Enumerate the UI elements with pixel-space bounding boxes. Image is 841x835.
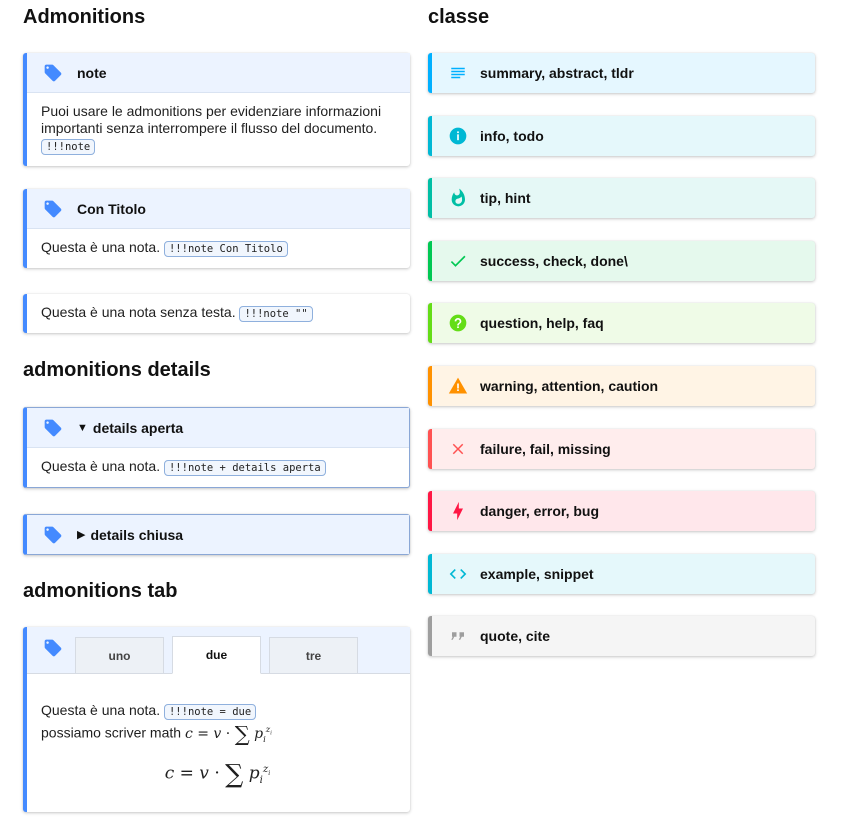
class-label: success, check, done\ xyxy=(480,252,628,269)
tab-body: Questa è una nota. !!!note = due possiam… xyxy=(27,674,410,800)
quote-icon xyxy=(448,626,468,646)
tab-uno[interactable]: uno xyxy=(75,637,164,673)
tag-icon xyxy=(43,418,63,438)
collapsed-caret-icon: ▶ xyxy=(77,529,86,541)
check-icon xyxy=(448,251,468,271)
lightning-icon xyxy=(448,501,468,521)
class-label: danger, error, bug xyxy=(480,503,600,520)
class-row-7: danger, error, bug xyxy=(428,491,815,532)
class-row-1: info, todo xyxy=(428,115,815,156)
details-open-text: Questa è una nota. xyxy=(41,458,161,474)
display-math: c = v · ∑ pizi xyxy=(164,759,271,790)
note-admonition: note Puoi usare le admonitions per evide… xyxy=(23,53,410,166)
class-label: question, help, faq xyxy=(480,315,604,332)
titled-body: Questa è una nota. !!!note Con Titolo xyxy=(27,229,410,268)
tab-title-bar: uno due tre xyxy=(27,627,410,674)
class-label: tip, hint xyxy=(480,190,531,207)
titled-title: Con Titolo xyxy=(77,200,146,217)
class-row-4: question, help, faq xyxy=(428,303,815,344)
heading-classe: classe xyxy=(428,6,490,28)
tab-tre[interactable]: tre xyxy=(269,637,358,673)
details-closed-title: details chiusa xyxy=(90,526,184,543)
tab-list: uno due tre xyxy=(75,636,366,674)
details-open-code: !!!note + details aperta xyxy=(163,460,326,476)
tab-admonition: uno due tre Questa è una nota. !!!note =… xyxy=(23,627,410,812)
class-label: info, todo xyxy=(480,127,544,144)
note-title: note xyxy=(77,64,107,81)
headless-admonition: Questa è una nota senza testa. !!!note "… xyxy=(23,294,410,333)
titled-code: !!!note Con Titolo xyxy=(163,241,288,257)
class-row-5: warning, attention, caution xyxy=(428,366,815,406)
class-row-8: example, snippet xyxy=(428,553,815,594)
details-open-title: details aperta xyxy=(92,419,184,436)
details-closed-summary[interactable]: ▶ details chiusa xyxy=(27,515,409,554)
titled-title-bar: Con Titolo xyxy=(27,189,410,229)
headless-body: Questa è una nota senza testa. !!!note "… xyxy=(27,294,410,333)
tab-text: Questa è una nota. xyxy=(41,702,161,718)
warning-triangle-icon xyxy=(448,376,468,396)
code-brackets-icon xyxy=(448,564,468,584)
note-title-bar: note xyxy=(27,53,410,93)
class-label: summary, abstract, tldr xyxy=(480,65,634,81)
flame-icon xyxy=(448,188,468,208)
heading-tab: admonitions tab xyxy=(23,580,178,602)
headless-text: Questa è una nota senza testa. xyxy=(41,304,236,320)
class-row-9: quote, cite xyxy=(428,616,815,657)
note-text: Puoi usare le admonitions per evidenziar… xyxy=(41,103,382,136)
tab-due[interactable]: due xyxy=(172,636,261,674)
titled-text: Questa è una nota. xyxy=(41,239,161,255)
details-open: ▼ details aperta Questa è una nota. !!!n… xyxy=(23,407,410,488)
note-body: Puoi usare le admonitions per evidenziar… xyxy=(27,93,410,166)
tag-icon xyxy=(43,199,63,219)
details-open-body: Questa è una nota. !!!note + details ape… xyxy=(27,448,409,487)
math-prefix: possiamo scriver math xyxy=(41,724,182,741)
x-icon xyxy=(448,439,468,459)
class-label: warning, attention, caution xyxy=(480,378,659,394)
details-closed: ▶ details chiusa xyxy=(23,514,410,555)
headless-code: !!!note "" xyxy=(239,306,313,322)
list-lines-icon xyxy=(448,63,468,83)
inline-math: c = v · ∑ pizi xyxy=(184,721,272,746)
expanded-caret-icon: ▼ xyxy=(77,421,88,434)
class-row-3: success, check, done\ xyxy=(428,240,815,281)
details-open-summary[interactable]: ▼ details aperta xyxy=(27,408,409,448)
note-code: !!!note xyxy=(41,139,96,155)
heading-details: admonitions details xyxy=(23,359,211,381)
class-row-2: tip, hint xyxy=(428,178,815,219)
tab-code: !!!note = due xyxy=(163,704,257,720)
tag-icon xyxy=(43,63,63,83)
heading-admonitions: Admonitions xyxy=(23,6,146,28)
tag-icon xyxy=(43,525,63,545)
titled-admonition: Con Titolo Questa è una nota. !!!note Co… xyxy=(23,189,410,268)
class-label: quote, cite xyxy=(480,628,551,645)
class-row-6: failure, fail, missing xyxy=(428,428,815,469)
class-row-0: summary, abstract, tldr xyxy=(428,53,815,93)
class-label: example, snippet xyxy=(480,565,594,582)
question-circle-icon xyxy=(448,313,468,333)
info-circle-icon xyxy=(448,126,468,146)
class-label: failure, fail, missing xyxy=(480,440,611,457)
tag-icon xyxy=(43,638,63,658)
